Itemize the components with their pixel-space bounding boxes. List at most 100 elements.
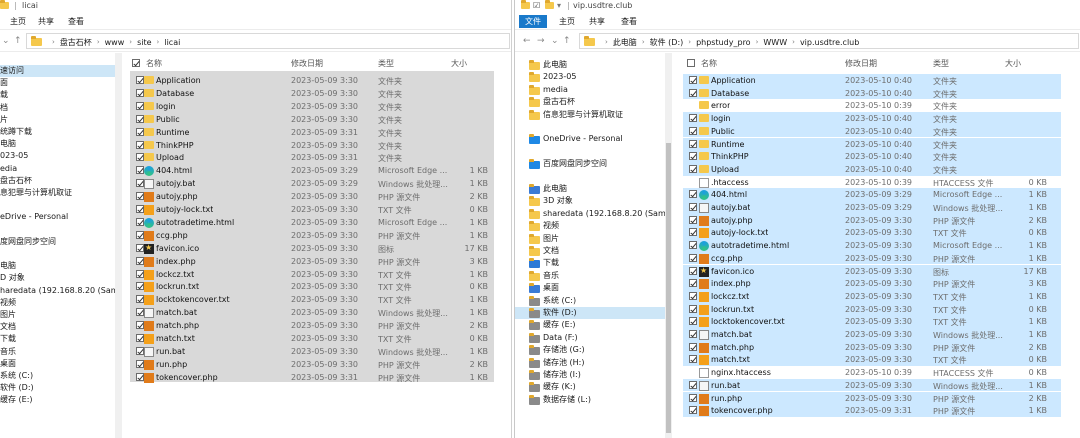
row-checkbox[interactable] [689, 266, 697, 275]
table-row[interactable]: autojy.php 2023-05-09 3:30 PHP 源文件 2 KB [126, 190, 511, 203]
table-row[interactable]: match.php 2023-05-09 3:30 PHP 源文件 2 KB [126, 319, 511, 332]
row-checkbox[interactable] [689, 228, 697, 237]
row-checkbox[interactable] [136, 101, 144, 110]
table-row[interactable]: lockcz.txt 2023-05-09 3:30 TXT 文件 1 KB [126, 268, 511, 281]
table-row[interactable]: locktokencover.txt 2023-05-09 3:30 TXT 文件 1… [126, 293, 511, 306]
table-row[interactable]: ThinkPHP 2023-05-09 3:30 文件夹 [126, 139, 511, 152]
table-row[interactable]: autotradetime.html 2023-05-09 3:30 Microso… [126, 216, 511, 229]
table-row[interactable]: autojy.bat 2023-05-09 3:29 Windows 批处理... 1… [126, 177, 511, 190]
nav-item[interactable]: 文档 [515, 245, 667, 257]
up-arrow-icon[interactable]: ↑ [563, 36, 571, 46]
tab-share[interactable]: 共享 [32, 15, 60, 28]
row-checkbox[interactable] [689, 76, 697, 84]
chevron-down-icon[interactable]: ⌄ [2, 36, 10, 46]
crumb-item[interactable]: 盘古石杯 [60, 37, 92, 48]
nav-item[interactable]: 速访问 [0, 65, 120, 77]
row-checkbox[interactable] [689, 126, 697, 135]
nav-item[interactable]: 缓存 (K:) [515, 381, 667, 393]
table-row[interactable]: match.txt 2023-05-09 3:30 TXT 文件 0 KB [126, 332, 511, 345]
nav-item[interactable]: 面 [0, 77, 120, 89]
select-all-checkbox[interactable] [687, 59, 695, 67]
row-checkbox[interactable] [136, 205, 144, 213]
nav-item[interactable]: 图片 [0, 309, 120, 321]
nav-item[interactable]: OneDrive - Personal [515, 133, 667, 145]
row-checkbox[interactable] [136, 76, 144, 84]
table-row[interactable]: Upload 2023-05-10 0:40 文件夹 [683, 162, 1061, 176]
row-checkbox[interactable] [136, 140, 144, 149]
row-checkbox[interactable] [136, 217, 144, 226]
nav-item[interactable]: 视频 [515, 220, 667, 232]
tab-view[interactable]: 查看 [615, 15, 643, 28]
nav-item[interactable]: 3D 对象 [515, 195, 667, 207]
table-row[interactable]: .htaccess 2023-05-10 0:39 HTACCESS 文件 0 KB [683, 176, 1061, 189]
nav-item[interactable]: 信息犯罪与计算机取证 [515, 109, 667, 121]
row-checkbox[interactable] [136, 179, 144, 188]
table-row[interactable]: lockcz.txt 2023-05-09 3:30 TXT 文件 1 KB [683, 289, 1061, 303]
table-row[interactable]: run.php 2023-05-09 3:30 PHP 源文件 2 KB [683, 391, 1061, 405]
nav-item[interactable]: 百度网盘同步空间 [515, 158, 667, 170]
nav-item[interactable]: 数据存储 (L:) [515, 394, 667, 406]
nav-item[interactable]: D 对象 [0, 272, 120, 284]
nav-item[interactable]: edia [0, 163, 120, 175]
table-row[interactable]: Application 2023-05-10 0:40 文件夹 [683, 74, 1061, 87]
table-row[interactable]: tokencover.php 2023-05-09 3:31 PHP 源文件 1 KB [126, 371, 511, 384]
col-date[interactable]: 修改日期 [845, 58, 877, 69]
nav-item[interactable]: 电脑 [0, 260, 120, 272]
table-row[interactable]: login 2023-05-10 0:40 文件夹 [683, 112, 1061, 125]
table-row[interactable]: autojy-lock.txt 2023-05-09 3:30 TXT 文件 0 KB [683, 226, 1061, 240]
nav-item[interactable]: 系统 (C:) [0, 370, 120, 382]
table-row[interactable]: Runtime 2023-05-10 0:40 文件夹 [683, 137, 1061, 151]
col-type[interactable]: 类型 [378, 58, 394, 69]
crumb-item[interactable]: phpstudy_pro [696, 38, 751, 47]
table-row[interactable]: error 2023-05-10 0:39 文件夹 [683, 99, 1061, 112]
row-checkbox[interactable] [689, 291, 697, 300]
row-checkbox[interactable] [689, 380, 697, 389]
row-checkbox[interactable] [136, 153, 144, 162]
row-checkbox[interactable] [136, 127, 144, 136]
col-size[interactable]: 大小 [1005, 58, 1021, 69]
nav-item[interactable]: 桌面 [0, 358, 120, 370]
table-row[interactable]: ccg.php 2023-05-09 3:30 PHP 源文件 1 KB [126, 229, 511, 242]
table-row[interactable]: autojy.php 2023-05-09 3:30 PHP 源文件 2 KB [683, 213, 1061, 227]
nav-item[interactable]: 软件 (D:) [0, 382, 120, 394]
row-checkbox[interactable] [689, 342, 697, 351]
nav-item[interactable]: 下载 [0, 333, 120, 345]
nav-item[interactable]: haredata (192.168.8.20 (Samba d [0, 285, 120, 297]
nav-item[interactable]: 盘古石杯 [515, 96, 667, 108]
table-row[interactable]: autojy.bat 2023-05-09 3:29 Windows 批处理... 1… [683, 201, 1061, 214]
nav-item[interactable]: 文档 [0, 321, 120, 333]
select-all-checkbox[interactable] [132, 59, 140, 67]
table-row[interactable]: run.bat 2023-05-09 3:30 Windows 批处理... 1 KB [126, 345, 511, 358]
nav-item[interactable]: 电脑 [0, 138, 120, 150]
row-checkbox[interactable] [689, 279, 697, 288]
table-row[interactable]: ccg.php 2023-05-09 3:30 PHP 源文件 1 KB [683, 251, 1061, 265]
nav-item[interactable]: media [515, 84, 667, 96]
nav-item[interactable]: 度网盘同步空间 [0, 236, 120, 248]
row-checkbox[interactable] [689, 241, 697, 250]
crumb-item[interactable]: WWW [763, 38, 787, 47]
row-checkbox[interactable] [136, 308, 144, 317]
nav-item[interactable]: 下载 [515, 257, 667, 269]
table-row[interactable]: autotradetime.html 2023-05-09 3:30 Microso… [683, 239, 1061, 252]
nav-item[interactable]: 桌面 [515, 282, 667, 294]
forward-arrow-icon[interactable]: → [537, 36, 545, 46]
row-checkbox[interactable] [689, 164, 697, 173]
row-checkbox[interactable] [136, 88, 144, 97]
address-bar[interactable]: › 此电脑 › 软件 (D:) › phpstudy_pro › WWW › v… [579, 33, 1079, 49]
row-checkbox[interactable] [689, 139, 697, 148]
nav-item[interactable]: 缓存 (E:) [515, 319, 667, 331]
col-size[interactable]: 大小 [451, 58, 467, 69]
table-row[interactable]: login 2023-05-09 3:30 文件夹 [126, 100, 511, 113]
row-checkbox[interactable] [136, 334, 144, 342]
nav-item[interactable]: 息犯罪与计算机取证 [0, 187, 120, 199]
nav-item[interactable]: sharedata (192.168.8.20 (Samba d [515, 208, 667, 220]
nav-item[interactable]: Data (F:) [515, 332, 667, 344]
row-checkbox[interactable] [689, 355, 697, 364]
row-checkbox[interactable] [689, 406, 697, 415]
table-row[interactable]: Runtime 2023-05-09 3:31 文件夹 [126, 126, 511, 139]
nav-item[interactable] [0, 248, 120, 260]
nav-item[interactable] [515, 121, 667, 133]
table-row[interactable]: match.bat 2023-05-09 3:30 Windows 批处理... 1 … [126, 306, 511, 319]
crumb-item[interactable]: site [137, 38, 151, 47]
row-checkbox[interactable] [689, 304, 697, 313]
